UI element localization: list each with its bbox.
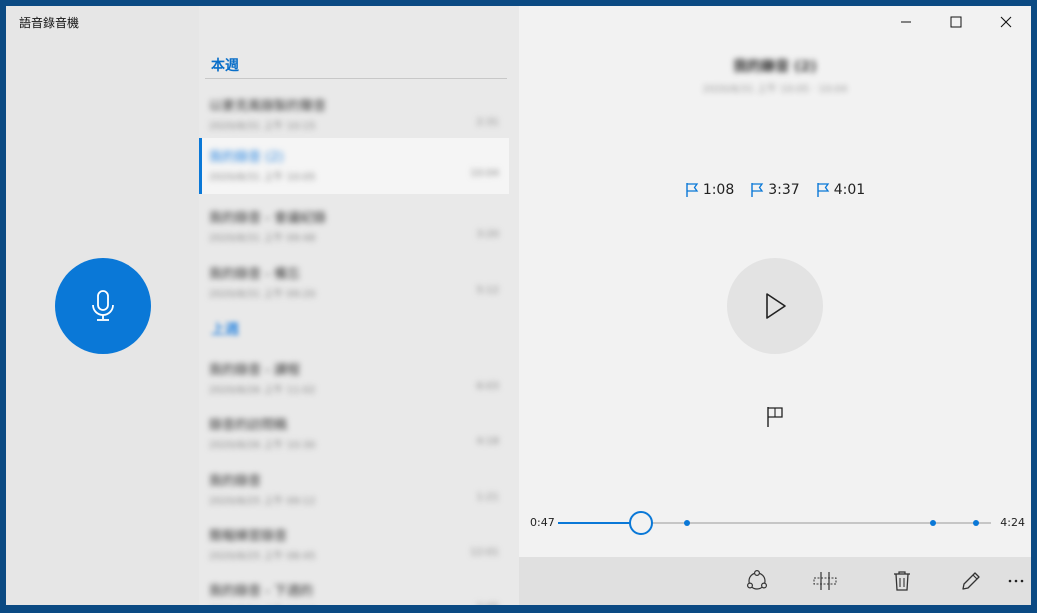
recording-item[interactable]: 我的錄音 - 下週的 2020/8/24 上午 10:10 2:05 — [199, 572, 509, 613]
group-header-last-week: 上週 — [211, 322, 239, 338]
recording-duration: 1:21 — [476, 492, 499, 503]
recording-date: 2020/8/31 上午 10:05 — [209, 172, 316, 183]
play-button[interactable] — [727, 258, 823, 354]
recording-item[interactable]: 我的錄音 - 課程 2020/8/26 上午 11:02 6:03 — [199, 351, 509, 407]
recording-item[interactable]: 簡報練習錄音 2020/8/25 上午 08:45 12:01 — [199, 517, 509, 573]
recording-item[interactable]: 我的錄音 2020/8/25 上午 09:12 1:21 — [199, 462, 509, 518]
recording-duration: 12:01 — [470, 547, 499, 558]
recording-date: 2020/8/31 上午 09:48 — [209, 233, 316, 244]
record-pane: 語音錄音機 — [6, 6, 199, 605]
playback-pane: 我的錄音 (2) 2020/8/31 上午 10:05 · 10:04 1:08… — [519, 6, 1031, 605]
marker-list: 1:08 3:37 4:01 — [519, 182, 1031, 198]
maximize-icon — [950, 16, 962, 28]
recording-title[interactable]: 我的錄音 (2) — [519, 56, 1031, 76]
trim-button[interactable] — [805, 557, 845, 605]
command-bar — [519, 557, 1031, 605]
slider-marker-dot — [929, 520, 936, 526]
play-icon — [766, 293, 786, 319]
delete-button[interactable] — [882, 557, 922, 605]
recording-duration: 3:20 — [476, 229, 499, 240]
slider-marker-dot — [972, 520, 979, 526]
add-marker-button[interactable] — [763, 404, 787, 430]
recording-duration: 6:03 — [476, 381, 499, 392]
recording-name: 我的錄音 - 課程 — [209, 363, 300, 378]
recording-date: 2020/8/24 上午 10:10 — [209, 602, 315, 605]
marker-time: 3:37 — [768, 182, 800, 198]
minimize-button[interactable] — [881, 6, 931, 38]
recording-name: 錄音的訪問稿 — [209, 418, 288, 433]
selection-indicator — [199, 138, 202, 194]
recording-name: 以麥克風錄製的聲音 — [209, 99, 327, 114]
trash-icon — [894, 571, 910, 591]
recordings-list: 本週 以麥克風錄製的聲音 2020/8/31 上午 10:15 2:31 我的錄… — [199, 6, 519, 605]
slider-marker-dot — [684, 520, 691, 526]
share-button[interactable] — [737, 557, 777, 605]
marker-time: 4:01 — [833, 182, 866, 198]
close-button[interactable] — [981, 6, 1031, 38]
recording-subtitle: 2020/8/31 上午 10:05 · 10:04 — [702, 84, 848, 95]
recording-duration: 2:05 — [476, 602, 499, 613]
recording-item[interactable]: 以麥克風錄製的聲音 2020/8/31 上午 10:15 2:31 — [199, 87, 509, 143]
marker-item[interactable]: 4:01 — [816, 182, 865, 198]
flag-icon — [767, 407, 783, 427]
recording-name: 簡報練習錄音 — [209, 529, 288, 544]
share-icon — [746, 569, 768, 590]
recording-duration: 4:18 — [476, 436, 499, 447]
total-time: 4:24 — [1000, 516, 1025, 529]
recording-date: 2020/8/25 上午 09:12 — [209, 496, 316, 507]
slider-thumb[interactable] — [628, 511, 653, 535]
group-header-this-week: 本週 — [211, 58, 239, 74]
recording-name: 我的錄音 (2) — [209, 150, 284, 165]
recording-duration: 5:12 — [476, 285, 499, 296]
recording-date: 2020/8/26 上午 11:02 — [209, 385, 316, 396]
window-controls — [881, 6, 1031, 38]
flag-icon — [817, 183, 829, 197]
recording-item[interactable]: 我的錄音 - 備忘 2020/8/31 上午 09:20 5:12 — [199, 255, 509, 311]
microphone-icon — [92, 290, 114, 321]
current-time: 0:47 — [530, 516, 555, 529]
trim-icon — [813, 572, 837, 590]
marker-item[interactable]: 3:37 — [750, 182, 800, 198]
app-title: 語音錄音機 — [19, 16, 80, 30]
recording-date: 2020/8/25 上午 08:45 — [209, 551, 316, 562]
recording-item[interactable]: 錄音的訪問稿 2020/8/26 上午 10:30 4:18 — [199, 406, 509, 462]
more-button[interactable] — [1001, 557, 1031, 605]
pencil-icon — [962, 572, 980, 590]
playback-slider[interactable] — [558, 511, 991, 535]
recording-name: 我的錄音 - 下週的 — [209, 584, 313, 599]
flag-icon — [751, 183, 764, 197]
recording-duration: 2:31 — [476, 117, 499, 128]
recording-name: 我的錄音 — [209, 474, 262, 489]
marker-item[interactable]: 1:08 — [685, 182, 734, 198]
recording-date: 2020/8/26 上午 10:30 — [209, 440, 316, 451]
recording-item[interactable]: 我的錄音 - 會議紀錄 2020/8/31 上午 09:48 3:20 — [199, 199, 509, 255]
maximize-button[interactable] — [931, 6, 981, 38]
rename-button[interactable] — [951, 557, 991, 605]
marker-time: 1:08 — [702, 182, 735, 198]
recording-item-selected[interactable]: 我的錄音 (2) 2020/8/31 上午 10:05 10:04 — [199, 138, 509, 194]
voice-recorder-window: 語音錄音機 本週 以麥克風錄製的聲音 2020/8/31 上午 10:15 2:… — [0, 0, 1037, 613]
record-button[interactable] — [55, 258, 151, 354]
close-icon — [1000, 16, 1012, 28]
minimize-icon — [901, 21, 911, 23]
recording-name: 我的錄音 - 備忘 — [209, 267, 300, 282]
recording-duration: 10:04 — [470, 168, 499, 179]
recording-date: 2020/8/31 上午 09:20 — [209, 289, 316, 300]
group-divider — [205, 78, 507, 79]
flag-icon — [686, 183, 699, 197]
recording-name: 我的錄音 - 會議紀錄 — [209, 211, 326, 226]
more-icon — [1008, 579, 1024, 583]
recording-date: 2020/8/31 上午 10:15 — [209, 121, 316, 132]
